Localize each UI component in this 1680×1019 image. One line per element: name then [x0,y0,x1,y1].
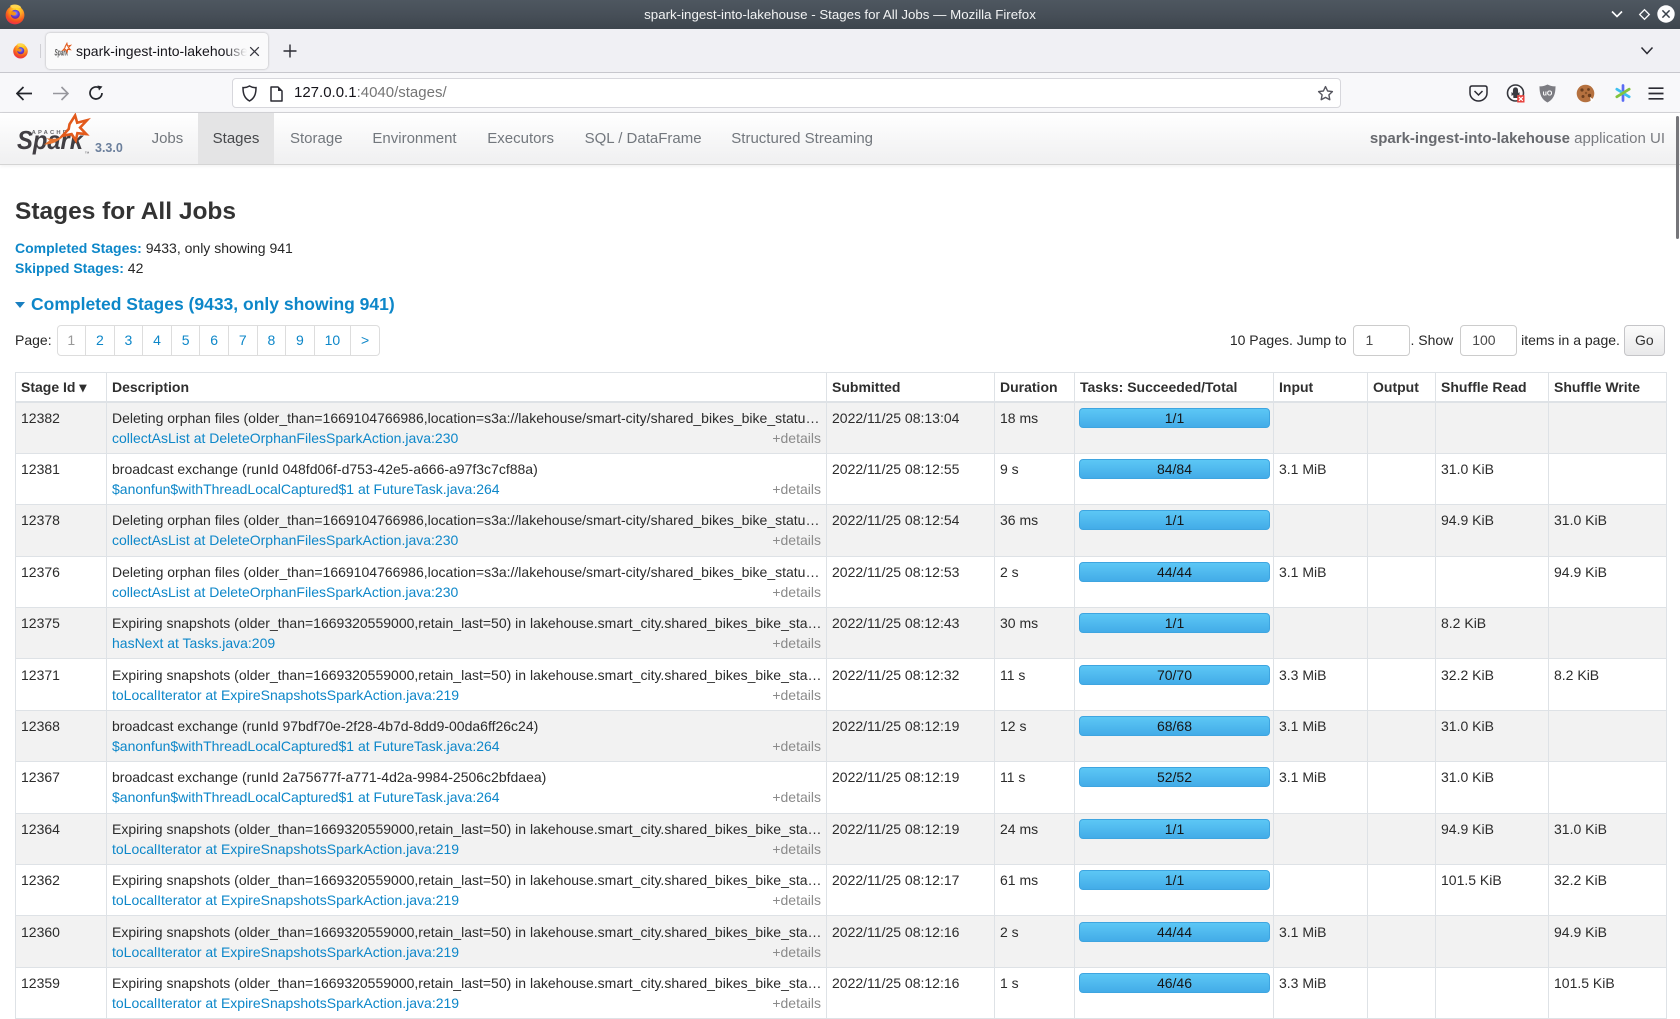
svg-text:uO: uO [1543,91,1553,98]
svg-text:™: ™ [85,151,90,157]
